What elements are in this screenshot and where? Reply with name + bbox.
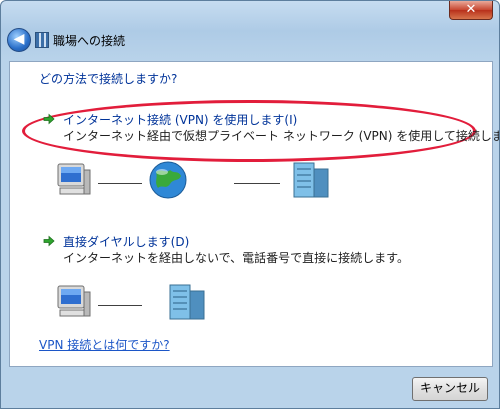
option-vpn-title: インターネット接続 (VPN) を使用します(I): [63, 113, 298, 127]
option-vpn-description: インターネット経由で仮想プライベート ネットワーク (VPN) を使用して接続し…: [63, 129, 500, 143]
back-button[interactable]: ◀: [7, 28, 31, 52]
title-bar[interactable]: ✕: [1, 1, 499, 23]
server-icon: [169, 284, 205, 320]
content-area: どの方法で接続しますか? インターネット接続 (VPN) を使用します(I) イ…: [9, 61, 499, 367]
option-direct-dial-title: 直接ダイヤルします(D): [63, 235, 190, 249]
globe-icon: [149, 161, 187, 199]
navigation-bar: ◀ 職場への接続: [1, 23, 499, 61]
connector-line: [234, 183, 280, 184]
computer-icon: [57, 163, 91, 195]
close-icon: ✕: [465, 2, 477, 17]
connection-question: どの方法で接続しますか?: [39, 72, 178, 86]
green-arrow-icon: [43, 113, 55, 125]
connector-line: [98, 183, 142, 184]
network-building-icon: [35, 32, 49, 48]
close-button[interactable]: ✕: [449, 1, 493, 20]
connector-line: [98, 305, 142, 306]
dialog-title: 職場への接続: [53, 34, 126, 48]
server-icon: [293, 162, 329, 198]
dialog-window: ✕ ◀ 職場への接続 どの方法で接続しますか? インターネット接続 (VPN) …: [0, 0, 500, 409]
cancel-button[interactable]: キャンセル: [412, 377, 488, 401]
computer-icon: [57, 285, 91, 317]
green-arrow-icon: [43, 235, 55, 247]
vpn-help-link[interactable]: VPN 接続とは何ですか?: [39, 336, 170, 353]
back-arrow-icon: ◀: [13, 31, 25, 47]
option-direct-dial-description: インターネットを経由しないで、電話番号で直接に接続します。: [63, 251, 409, 265]
dialog-footer: キャンセル: [1, 365, 499, 408]
